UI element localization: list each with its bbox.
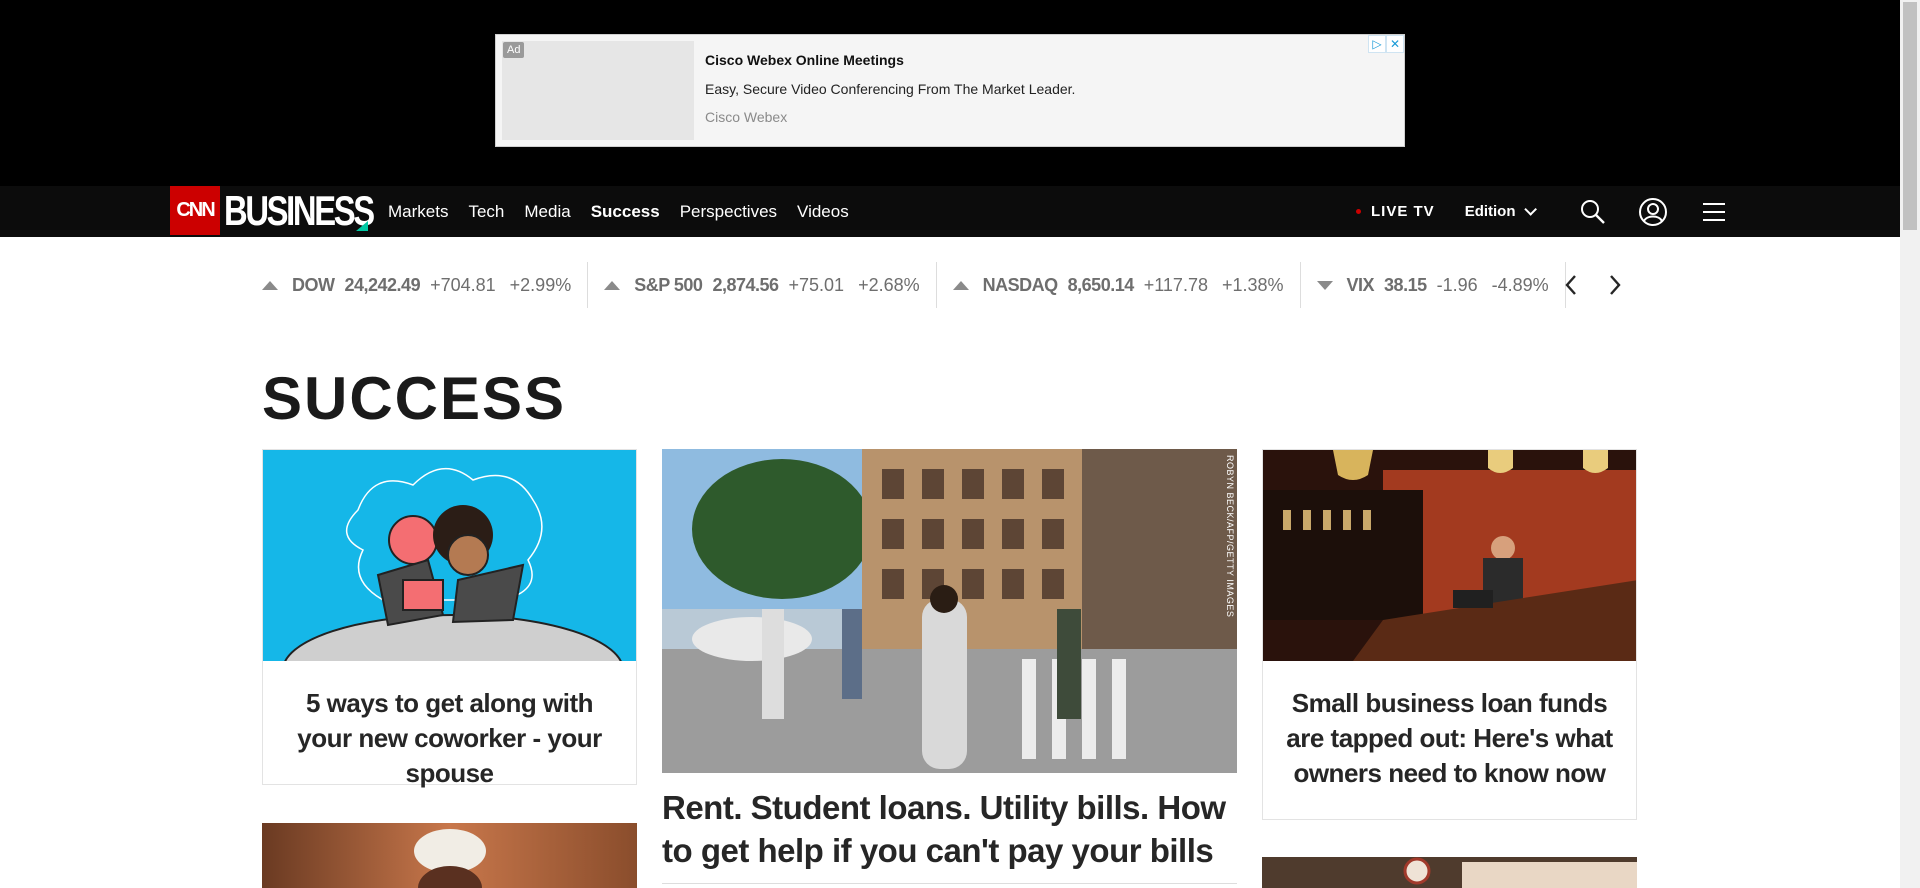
divider [662, 883, 1237, 884]
arrow-down-icon [1316, 280, 1333, 290]
ticker-name: DOW [292, 274, 335, 295]
story-headline[interactable]: Small business loan funds are tapped out… [1263, 686, 1636, 791]
scrollbar-thumb[interactable] [1903, 2, 1917, 230]
ticker-value: 2,874.56 [712, 274, 779, 295]
ticker-name: VIX [1346, 274, 1375, 295]
arrow-up-icon [604, 280, 621, 290]
ticker-value: 38.15 [1384, 274, 1427, 295]
ad-box[interactable]: Ad Cisco Webex Online Meetings Easy, Sec… [495, 34, 1405, 147]
nav-link-videos[interactable]: Videos [797, 202, 849, 222]
ticker-percent: +2.68% [858, 274, 920, 295]
nav-link-tech[interactable]: Tech [468, 202, 504, 222]
ticker-percent: -4.89% [1491, 274, 1549, 295]
ticker-item-nasdaq[interactable]: NASDAQ 8,650.14 +117.78 +1.38% [952, 262, 1301, 308]
story-card-small-business-loans[interactable]: Small business loan funds are tapped out… [1262, 449, 1637, 820]
ticker-prev-button[interactable] [1556, 270, 1586, 300]
business-logo[interactable]: BUSINESS [224, 190, 375, 232]
ticker-percent: +2.99% [509, 274, 572, 295]
logo-accent-triangle [356, 221, 368, 231]
live-tv-link[interactable]: LIVE TV [1371, 203, 1435, 220]
ad-title[interactable]: Cisco Webex Online Meetings [705, 52, 904, 68]
arrow-up-icon [262, 280, 278, 290]
ticker-next-button[interactable] [1600, 270, 1630, 300]
ad-badge: Ad [503, 42, 525, 58]
lead-story-card[interactable]: ROBYN BECK/AFP/GETTY IMAGES [662, 449, 1237, 773]
ticker-name: NASDAQ [982, 274, 1059, 295]
nav-link-markets[interactable]: Markets [388, 202, 448, 222]
lead-story-image[interactable]: ROBYN BECK/AFP/GETTY IMAGES [662, 449, 1237, 773]
chevron-down-icon[interactable] [1523, 203, 1537, 216]
ad-source[interactable]: Cisco Webex [705, 109, 787, 125]
nav-utilities: LIVE TV Edition [1356, 186, 1537, 237]
nav-link-media[interactable]: Media [524, 202, 570, 222]
ad-controls: ▷ ✕ [1368, 35, 1404, 53]
chevron-right-icon [1610, 275, 1621, 295]
ad-thumbnail[interactable] [502, 41, 694, 140]
ticker-change: +117.78 [1143, 274, 1208, 295]
lead-story-headline[interactable]: Rent. Student loans. Utility bills. How … [662, 786, 1242, 872]
ticker-change: -1.96 [1436, 274, 1478, 295]
story-image[interactable] [1263, 450, 1636, 661]
chevron-left-icon [1565, 275, 1576, 295]
cnn-logo[interactable]: CNN [170, 186, 220, 235]
ticker-change: +75.01 [788, 274, 845, 295]
section-nav: Markets Tech Media Success Perspectives … [388, 186, 869, 237]
page-title: SUCCESS [262, 365, 567, 432]
ticker-name: S&P 500 [634, 274, 703, 295]
story-card-coworker-spouse[interactable]: 5 ways to get along with your new cowork… [262, 449, 637, 788]
ad-close-icon[interactable]: ✕ [1386, 35, 1404, 53]
story-image[interactable] [263, 450, 636, 661]
story-image[interactable] [262, 823, 637, 888]
search-icon[interactable] [1579, 198, 1607, 226]
story-card-portrait[interactable] [262, 823, 637, 888]
photo-street-pedestrians [662, 449, 1237, 773]
nav-link-perspectives[interactable]: Perspectives [680, 202, 777, 222]
photo-credit: ROBYN BECK/AFP/GETTY IMAGES [1225, 455, 1235, 618]
arrow-up-icon [952, 280, 969, 290]
story-image[interactable] [1262, 857, 1637, 888]
story-headline[interactable]: 5 ways to get along with your new cowork… [263, 686, 636, 791]
ticker-value: 8,650.14 [1067, 274, 1135, 295]
ticker-item-sp500[interactable]: S&P 500 2,874.56 +75.01 +2.68% [604, 262, 937, 308]
ad-choices-icon[interactable]: ▷ [1368, 35, 1386, 53]
ticker-value: 24,242.49 [344, 274, 421, 295]
ad-banner-area: Ad Cisco Webex Online Meetings Easy, Sec… [0, 0, 1900, 186]
user-account-icon[interactable] [1638, 197, 1668, 227]
page-scrollbar[interactable] [1900, 0, 1920, 888]
ticker-percent: +1.38% [1221, 274, 1284, 295]
illustration-couple-laptops [263, 450, 636, 661]
edition-selector[interactable]: Edition [1465, 203, 1516, 220]
menu-icon[interactable] [1700, 198, 1728, 226]
story-card-shop[interactable] [1262, 857, 1637, 888]
ticker-item-dow[interactable]: DOW 24,242.49 +704.81 +2.99% [262, 262, 589, 308]
live-indicator-dot [1356, 209, 1361, 214]
photo-restaurant-owner [1263, 450, 1636, 661]
top-navigation: CNN BUSINESS Markets Tech Media Success … [0, 186, 1900, 237]
ticker-item-vix[interactable]: VIX 38.15 -1.96 -4.89% [1316, 262, 1566, 308]
ad-description[interactable]: Easy, Secure Video Conferencing From The… [705, 81, 1075, 97]
ticker-change: +704.81 [430, 274, 496, 295]
nav-link-success[interactable]: Success [591, 202, 660, 222]
markets-ticker: DOW 24,242.49 +704.81 +2.99% S&P 500 2,8… [262, 262, 1582, 308]
